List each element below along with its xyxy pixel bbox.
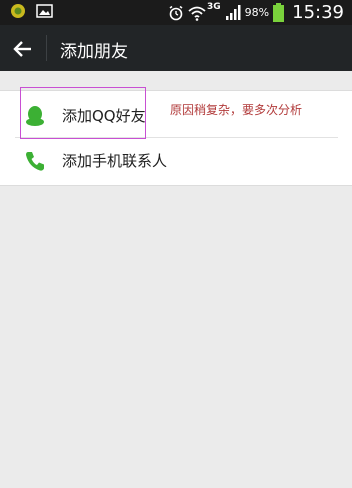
alarm-icon bbox=[169, 5, 183, 20]
status-bar-right: 3G 98% 15:39 bbox=[168, 0, 344, 25]
annotation-note: 原因稍复杂，要多次分析 bbox=[170, 103, 303, 117]
status-bar: 3G 98% 15:39 bbox=[0, 0, 352, 25]
clock-time: 15:39 bbox=[292, 2, 344, 23]
signal-strength-icon bbox=[225, 5, 241, 20]
annotation-highlight-box bbox=[20, 87, 146, 139]
list-item-add-phone-contacts[interactable]: 添加手机联系人 bbox=[0, 138, 352, 184]
network-type-label: 3G bbox=[207, 1, 221, 12]
back-button[interactable] bbox=[10, 36, 36, 62]
back-arrow-icon bbox=[13, 41, 31, 57]
wifi-icon bbox=[188, 6, 206, 21]
notification-app-icon bbox=[11, 4, 25, 18]
list-item-label: 添加手机联系人 bbox=[62, 152, 168, 170]
image-notification-icon bbox=[36, 4, 53, 18]
phone-icon bbox=[26, 152, 44, 171]
status-bar-left bbox=[10, 3, 53, 19]
app-bar: 添加朋友 bbox=[0, 25, 352, 71]
battery-icon bbox=[273, 3, 285, 22]
battery-percent: 98% bbox=[244, 6, 270, 19]
app-bar-divider bbox=[46, 35, 47, 61]
page-title: 添加朋友 bbox=[60, 42, 128, 62]
